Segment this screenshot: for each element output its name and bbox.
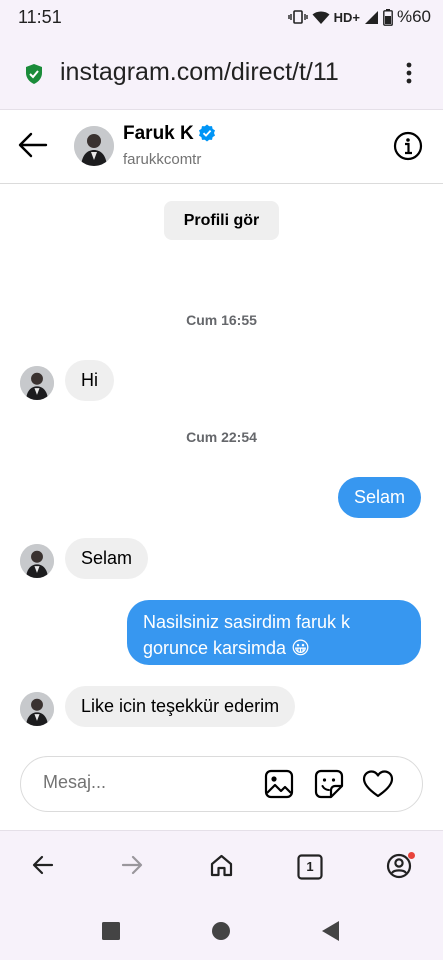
contact-username: farukkcomtr: [123, 151, 202, 168]
system-navigation-bar: [0, 902, 443, 960]
vibrate-icon: [287, 9, 308, 25]
sender-avatar[interactable]: [20, 544, 54, 578]
incoming-message[interactable]: Like icin teşekkür ederim: [65, 686, 296, 727]
battery-percent: %60: [396, 7, 431, 26]
outgoing-message[interactable]: Nasilsiniz sasirdim faruk k gorunce kars…: [127, 600, 421, 665]
outgoing-message[interactable]: Selam: [337, 477, 421, 518]
url-fade: [352, 54, 386, 94]
back-arrow-icon[interactable]: [18, 132, 48, 163]
recents-icon[interactable]: [102, 922, 120, 945]
view-profile-button[interactable]: Profili gör: [164, 201, 279, 240]
incoming-message[interactable]: Selam: [65, 538, 149, 579]
message-timestamp: Cum 16:55: [186, 312, 257, 328]
system-back-icon[interactable]: [322, 921, 340, 946]
url-field[interactable]: instagram.com/direct/t/11: [60, 58, 382, 87]
notification-dot: [408, 852, 415, 859]
message-timestamp: Cum 22:54: [186, 429, 257, 445]
network-type: HD+: [333, 9, 360, 25]
browser-toolbar: 1: [0, 830, 443, 902]
image-icon[interactable]: [264, 769, 294, 804]
sender-avatar[interactable]: [20, 366, 54, 400]
lock-shield-icon[interactable]: [24, 63, 44, 90]
wifi-icon: [312, 10, 330, 25]
verified-badge-icon: [198, 124, 216, 147]
incoming-message[interactable]: Hi: [65, 360, 114, 401]
outgoing-message-line: gorunce karsimda 😀: [143, 638, 310, 658]
home-circle-icon[interactable]: [212, 922, 230, 945]
outgoing-message-line: Nasilsiniz sasirdim faruk k: [143, 612, 351, 632]
message-composer: [20, 756, 423, 812]
home-icon[interactable]: [209, 853, 234, 883]
chat-header: Faruk K farukkcomtr: [0, 110, 443, 184]
status-indicators: HD+ %60: [287, 7, 431, 27]
browser-back-icon[interactable]: [31, 853, 55, 882]
signal-icon: [364, 10, 379, 25]
heart-icon[interactable]: [362, 769, 394, 804]
browser-url-bar: instagram.com/direct/t/11: [0, 34, 443, 110]
status-time: 11:51: [18, 7, 62, 27]
more-vert-icon[interactable]: [399, 61, 419, 90]
message-input[interactable]: [43, 772, 243, 793]
status-bar: 11:51 HD+ %60: [0, 0, 443, 34]
battery-icon: [383, 8, 393, 26]
sticker-icon[interactable]: [314, 769, 344, 804]
tabs-button[interactable]: 1: [297, 854, 323, 880]
sender-avatar[interactable]: [20, 692, 54, 726]
contact-avatar[interactable]: [74, 126, 114, 166]
browser-forward-icon[interactable]: [120, 853, 144, 882]
info-icon[interactable]: [393, 131, 423, 166]
tab-count: 1: [306, 859, 314, 874]
contact-name[interactable]: Faruk K: [123, 123, 194, 145]
